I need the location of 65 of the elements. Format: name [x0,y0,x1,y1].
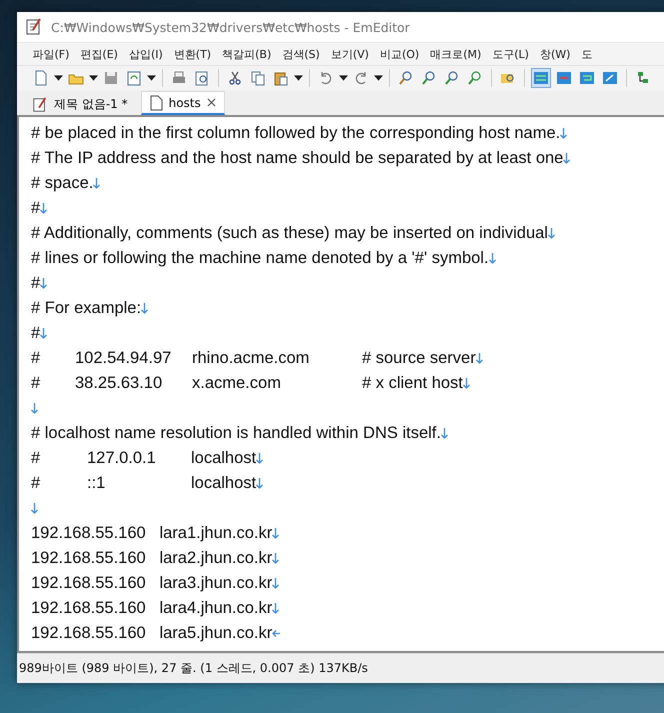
menu-item[interactable]: 편집(E) [74,46,124,62]
menu-item[interactable]: 보기(V) [325,46,374,62]
caret-icon[interactable] [339,75,348,81]
code-text: # [31,474,40,492]
status-text: 989바이트 (989 바이트), 27 줄. (1 스레드, 0.007 초) 137KB/s [19,660,368,677]
text-editor[interactable] [17,115,664,653]
document-tab[interactable]: hosts [140,91,225,115]
menu-item[interactable]: 파일(F) [27,46,75,62]
code-text: localhost [191,474,256,493]
code-text: # source server [362,349,476,368]
wrap-toggle-icon [578,69,596,87]
code-text: # [31,449,40,467]
code-text: 192.168.55.160 lara1.jhun.co.kr [31,524,272,543]
code-text: # The IP address and the host name should be separated by at least one [31,149,564,168]
code-text: ::1 [87,474,106,492]
code-text: 102.54.94.97 [75,349,172,367]
menu-item[interactable]: 비교(O) [374,46,425,62]
code-text: 127.0.0.1 [87,449,156,467]
code-text: # [31,274,40,293]
code-text: # localhost name resolution is handled within DNS itself. [31,424,441,443]
document-tab[interactable]: 제목 없음-1 * [23,93,137,115]
wrap-page-icon [601,69,619,87]
code-text: 192.168.55.160 lara4.jhun.co.kr [31,599,272,618]
menu-item[interactable]: 변환(T) [168,46,217,62]
wrap-window-icon [555,69,573,87]
word-wrap-icon [532,69,550,87]
notepad-icon [25,18,43,36]
notepad-icon [32,96,48,112]
code-text: 38.25.63.10 [75,374,162,392]
code-text: rhino.acme.com [192,349,310,367]
code-text: # x client host [362,374,463,393]
caret-icon[interactable] [294,75,303,81]
tab-label: hosts [168,96,201,110]
code-text: # lines or following the machine name denoted by a '#' symbol. [31,249,489,268]
close-icon[interactable] [206,98,216,107]
document-icon [150,94,163,110]
menu-item[interactable]: 책갈피(B) [216,46,277,62]
menu-item[interactable]: 도구(L) [486,46,534,62]
menu-item[interactable]: 매크로(M) [424,46,487,62]
code-text: # [31,324,40,343]
window-title: C:₩Windows₩System32₩drivers₩etc₩hosts - EmEditor [51,20,410,34]
tab-label: 제목 없음-1 * [54,96,128,113]
save-icon [102,69,120,87]
code-text: 192.168.55.160 lara3.jhun.co.kr [31,574,272,593]
caret-icon[interactable] [54,75,63,81]
caret-icon[interactable] [147,75,156,81]
menu-item[interactable]: 삽입(I) [123,46,168,62]
code-text: 192.168.55.160 lara2.jhun.co.kr [31,549,272,568]
code-text: # Additionally, comments (such as these) may be inserted on individual [31,224,548,243]
caret-icon[interactable] [89,75,98,81]
menu-item[interactable]: 창(W) [534,46,576,62]
menu-item[interactable]: 도 [576,46,598,62]
code-text: # [31,349,40,367]
code-text: localhost [191,449,256,468]
code-text: # [31,199,40,218]
code-text: x.acme.com [192,374,281,392]
code-text: # [31,374,40,392]
code-text: # space. [31,174,94,193]
code-text: # be placed in the first column followed by the corresponding host name. [31,124,560,143]
menu-item[interactable]: 검색(S) [276,46,326,62]
copy-icon [249,69,267,87]
code-text: 192.168.55.160 lara5.jhun.co.kr [31,624,272,643]
code-text: # For example: [31,299,142,318]
reload-icon [125,69,143,87]
caret-icon[interactable] [374,75,383,81]
